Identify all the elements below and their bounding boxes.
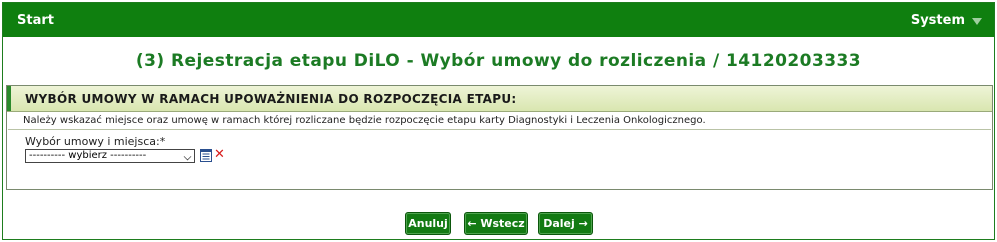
chevron-down-icon — [183, 152, 192, 161]
contract-selection-panel: WYBÓR UMOWY W RAMACH UPOWAŻNIENIA DO ROZ… — [6, 85, 993, 190]
system-menu-label: System — [910, 13, 965, 28]
contract-select-value: ---------- wybierz ---------- — [29, 150, 147, 161]
app-frame: Start System (3) Rejestracja etapu DiLO … — [2, 2, 995, 240]
cancel-button[interactable]: Anuluj — [405, 212, 451, 235]
panel-divider — [8, 129, 991, 130]
panel-header-accent — [7, 86, 11, 111]
page-title: (3) Rejestracja etapu DiLO - Wybór umowy… — [135, 51, 862, 71]
list-icon[interactable] — [200, 149, 212, 162]
next-button[interactable]: Dalej → — [538, 212, 593, 235]
panel-header-title: WYBÓR UMOWY W RAMACH UPOWAŻNIENIA DO ROZ… — [25, 92, 517, 106]
back-button[interactable]: ← Wstecz — [464, 212, 528, 235]
contract-select[interactable]: ---------- wybierz ---------- — [25, 149, 195, 163]
start-link[interactable]: Start — [17, 13, 54, 28]
system-menu[interactable]: System — [911, 13, 982, 28]
clear-icon[interactable]: ✕ — [214, 148, 226, 162]
top-navigation-bar: Start System — [3, 3, 994, 37]
contract-field-label: Wybór umowy i miejsca:* — [25, 135, 166, 148]
chevron-down-icon — [972, 17, 982, 25]
panel-header: WYBÓR UMOWY W RAMACH UPOWAŻNIENIA DO ROZ… — [7, 86, 992, 112]
panel-info-text: Należy wskazać miejsce oraz umowę w rama… — [23, 115, 706, 126]
